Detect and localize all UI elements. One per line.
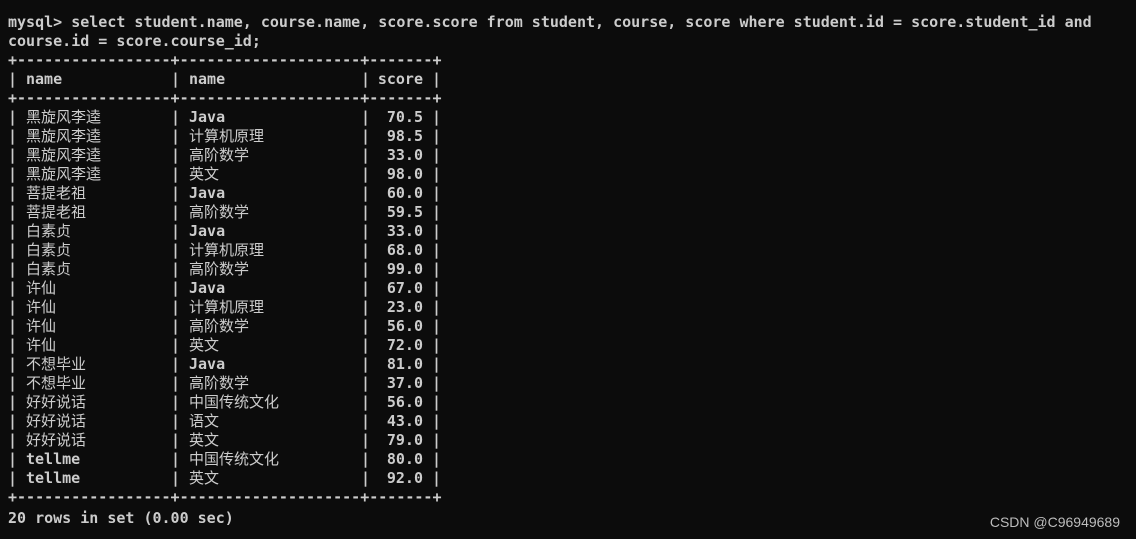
cell-student-name: 许仙 (26, 317, 57, 335)
cell-student-name: 好好说话 (26, 393, 87, 411)
table-row: | 许仙 | 高阶数学 | 56.0 | (8, 317, 442, 335)
cell-score: 23.0 (386, 298, 423, 316)
table-row: | 菩提老祖 | Java | 60.0 | (8, 184, 442, 202)
cell-course-name: Java (189, 108, 226, 126)
cell-score: 33.0 (386, 222, 423, 240)
cell-course-name: 语文 (189, 412, 220, 430)
cell-student-name: 黑旋风李逵 (26, 108, 102, 126)
header-course-name: name (189, 70, 226, 88)
cell-course-name: 高阶数学 (189, 203, 250, 221)
table-row: | 不想毕业 | 高阶数学 | 37.0 | (8, 374, 442, 392)
table-row: | 不想毕业 | Java | 81.0 | (8, 355, 442, 373)
table-row: | 黑旋风李逵 | 计算机原理 | 98.5 | (8, 127, 442, 145)
cell-course-name: Java (189, 184, 226, 202)
cell-course-name: Java (189, 279, 226, 297)
cell-score: 80.0 (386, 450, 423, 468)
cell-course-name: 英文 (189, 431, 220, 449)
table-row: | 菩提老祖 | 高阶数学 | 59.5 | (8, 203, 442, 221)
cell-student-name: 好好说话 (26, 431, 87, 449)
cell-course-name: Java (189, 222, 226, 240)
table-border-top: +-----------------+--------------------+… (8, 51, 442, 69)
table-body: | 黑旋风李逵 | Java | 70.5 | | 黑旋风李逵 | 计算机原理 | 98.5 | | 黑旋风李… (8, 108, 1128, 488)
cell-course-name: Java (189, 355, 226, 373)
cell-score: 98.0 (386, 165, 423, 183)
table-row: | 白素贞 | 计算机原理 | 68.0 | (8, 241, 442, 259)
table-row: | 好好说话 | 中国传统文化 | 56.0 | (8, 393, 442, 411)
sql-command-line: mysql> select student.name, course.name,… (8, 13, 1128, 51)
result-summary: 20 rows in set (0.00 sec) (8, 509, 234, 527)
cell-score: 67.0 (386, 279, 423, 297)
cell-course-name: 高阶数学 (189, 146, 250, 164)
table-border-header: +-----------------+--------------------+… (8, 89, 442, 107)
cell-student-name: 菩提老祖 (26, 184, 87, 202)
cell-student-name: tellme (26, 450, 81, 468)
cell-student-name: 不想毕业 (26, 355, 87, 373)
cell-course-name: 中国传统文化 (189, 393, 280, 411)
cell-score: 43.0 (386, 412, 423, 430)
table-header-row: | name | name | score | (8, 70, 442, 88)
cell-student-name: 黑旋风李逵 (26, 146, 102, 164)
cell-score: 98.5 (386, 127, 423, 145)
table-row: | 白素贞 | 高阶数学 | 99.0 | (8, 260, 442, 278)
table-row: | tellme | 英文 | 92.0 | (8, 469, 442, 487)
cell-course-name: 高阶数学 (189, 374, 250, 392)
cell-score: 79.0 (386, 431, 423, 449)
cell-student-name: 许仙 (26, 279, 57, 297)
table-row: | tellme | 中国传统文化 | 80.0 | (8, 450, 442, 468)
cell-student-name: 白素贞 (26, 260, 72, 278)
table-row: | 好好说话 | 英文 | 79.0 | (8, 431, 442, 449)
cell-course-name: 计算机原理 (189, 241, 265, 259)
cell-score: 33.0 (386, 146, 423, 164)
table-border-bottom: +-----------------+--------------------+… (8, 488, 442, 506)
csdn-watermark: CSDN @C96949689 (989, 514, 1120, 530)
cell-course-name: 英文 (189, 165, 220, 183)
cell-student-name: 白素贞 (26, 241, 72, 259)
cell-course-name: 英文 (189, 336, 220, 354)
cell-student-name: 好好说话 (26, 412, 87, 430)
table-row: | 许仙 | Java | 67.0 | (8, 279, 442, 297)
cell-student-name: 许仙 (26, 298, 57, 316)
header-score: score (377, 70, 423, 88)
terminal-output[interactable]: mysql> select student.name, course.name,… (8, 13, 1128, 528)
table-row: | 许仙 | 英文 | 72.0 | (8, 336, 442, 354)
cell-score: 70.5 (386, 108, 423, 126)
cell-score: 56.0 (386, 317, 423, 335)
cell-score: 68.0 (386, 241, 423, 259)
table-row: | 黑旋风李逵 | Java | 70.5 | (8, 108, 442, 126)
cell-student-name: 菩提老祖 (26, 203, 87, 221)
cell-student-name: tellme (26, 469, 81, 487)
cell-student-name: 黑旋风李逵 (26, 127, 102, 145)
cell-course-name: 高阶数学 (189, 317, 250, 335)
table-row: | 黑旋风李逵 | 高阶数学 | 33.0 | (8, 146, 442, 164)
cell-course-name: 高阶数学 (189, 260, 250, 278)
cell-course-name: 计算机原理 (189, 298, 265, 316)
cell-score: 72.0 (386, 336, 423, 354)
cell-student-name: 黑旋风李逵 (26, 165, 102, 183)
cell-student-name: 白素贞 (26, 222, 72, 240)
cell-score: 59.5 (386, 203, 423, 221)
cell-course-name: 中国传统文化 (189, 450, 280, 468)
cell-student-name: 不想毕业 (26, 374, 87, 392)
cell-score: 56.0 (386, 393, 423, 411)
table-row: | 好好说话 | 语文 | 43.0 | (8, 412, 442, 430)
cell-score: 60.0 (386, 184, 423, 202)
table-row: | 白素贞 | Java | 33.0 | (8, 222, 442, 240)
cell-student-name: 许仙 (26, 336, 57, 354)
cell-course-name: 计算机原理 (189, 127, 265, 145)
mysql-prompt: mysql> (8, 13, 63, 31)
table-row: | 黑旋风李逵 | 英文 | 98.0 | (8, 165, 442, 183)
table-row: | 许仙 | 计算机原理 | 23.0 | (8, 298, 442, 316)
sql-command: select student.name, course.name, score.… (8, 13, 1101, 50)
cell-score: 37.0 (386, 374, 423, 392)
cell-score: 92.0 (386, 469, 423, 487)
cell-score: 81.0 (386, 355, 423, 373)
cell-course-name: 英文 (189, 469, 220, 487)
cell-score: 99.0 (386, 260, 423, 278)
header-student-name: name (26, 70, 63, 88)
